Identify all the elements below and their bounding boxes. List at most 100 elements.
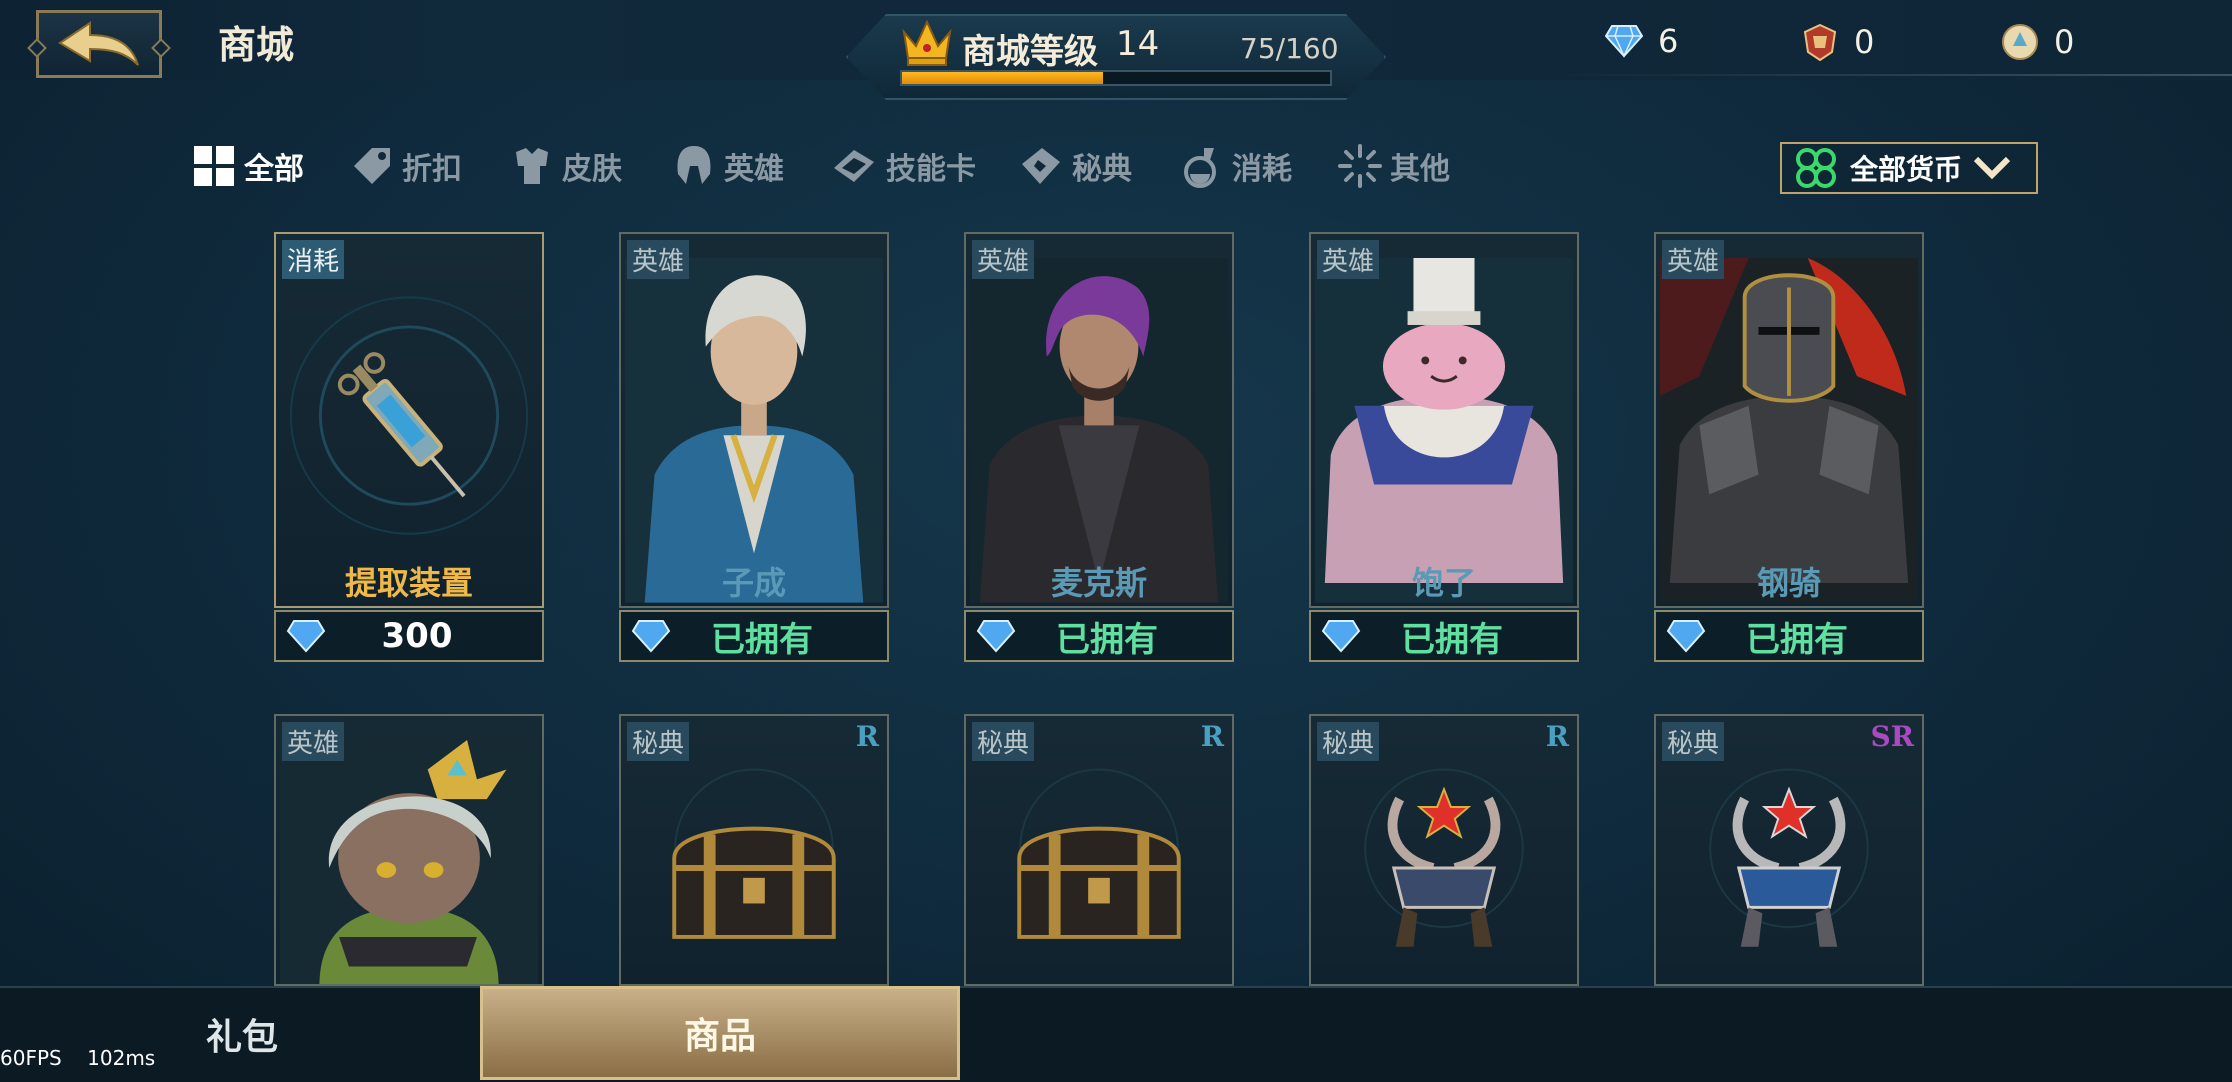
hero-gangqi-portrait [1660,258,1918,603]
red-shield-icon [1803,23,1837,62]
diamond-icon [1666,620,1706,653]
item-price-button[interactable]: 已拥有 [619,610,889,662]
tab-consumable[interactable]: 消耗 [1180,140,1292,192]
item-card-codex-chest-2[interactable]: 秘典 R [964,714,1234,986]
laurel-emblem-icon [1709,768,1869,947]
item-price-button[interactable]: 已拥有 [1654,610,1924,662]
tag-icon [354,148,390,184]
tab-label: 英雄 [724,152,784,187]
hero-max-portrait [970,258,1228,603]
tab-label: 皮肤 [562,152,622,187]
diamond-icon [1604,25,1644,58]
currency-red-value: 0 [1854,23,1875,61]
item-card-codex-emblem-2[interactable]: 秘典 SR [1654,714,1924,986]
tab-all[interactable]: 全部 [192,140,304,192]
item-tag: 消耗 [282,240,345,279]
item-name: 子成 [721,564,786,602]
item-name: 提取装置 [344,564,473,602]
level-progress-text: 75/160 [1240,32,1339,65]
item-tag: 英雄 [1317,240,1380,279]
bottom-tab-bar [0,986,2232,1082]
item-tag: 英雄 [627,240,690,279]
tab-skill-card[interactable]: 技能卡 [830,140,976,192]
tab-label: 秘典 [1072,152,1132,187]
item-tag: 英雄 [282,722,345,761]
tab-label: 全部 [244,152,304,187]
back-arrow-icon [58,21,139,66]
item-card-codex-chest-1[interactable]: 秘典 R [619,714,889,986]
clover-icon [1796,148,1836,188]
tab-goods[interactable]: 商品 [480,986,960,1080]
level-progress-bar [900,70,1332,86]
rarity-badge: R [1200,720,1224,753]
item-name: 钢骑 [1756,564,1821,602]
level-progress-fill [902,72,1103,84]
chest-icon [1017,768,1181,939]
tab-goods-label: 商品 [683,1015,756,1057]
item-name: 饱了 [1411,564,1476,602]
item-card-zicheng[interactable]: 英雄 子成 [619,232,889,608]
item-tag: 秘典 [627,722,690,761]
item-tag: 秘典 [1317,722,1380,761]
diamond-icon [631,620,671,653]
item-owned: 已拥有 [1746,619,1848,660]
diamond-icon [1321,620,1361,653]
potion-icon [1184,148,1216,188]
crown-icon [902,19,952,66]
tab-label: 折扣 [402,152,462,187]
burst-icon [1338,144,1382,188]
item-owned: 已拥有 [1401,619,1503,660]
tab-discount[interactable]: 折扣 [350,140,462,192]
coin-icon [2002,24,2038,60]
level-value: 14 [1116,24,1160,64]
tab-gift-pack[interactable]: 礼包 [206,1008,278,1060]
book-icon [1022,148,1060,184]
item-card-extractor[interactable]: 消耗 提取装置 [274,232,544,608]
armor-icon [516,148,548,184]
item-card-gangqi[interactable]: 英雄 钢骑 [1654,232,1924,608]
top-divider [1550,74,2232,76]
currency-coin-value: 0 [2054,23,2075,61]
item-tag: 秘典 [972,722,1035,761]
currency-coin: 0 [2000,22,2074,62]
currency-diamond: 6 [1604,22,1678,60]
tab-other[interactable]: 其他 [1338,140,1450,192]
item-tag: 英雄 [972,240,1035,279]
item-tag: 秘典 [1662,722,1725,761]
page-title: 商城 [218,22,295,67]
rarity-badge: R [1545,720,1569,753]
tab-label: 其他 [1390,152,1450,187]
item-card-codex-emblem-1[interactable]: 秘典 R [1309,714,1579,986]
hero-chibi-portrait [280,740,538,984]
hero-zicheng-portrait [625,258,883,603]
diamond-icon [286,620,326,653]
item-owned: 已拥有 [711,619,813,660]
diamond-icon [976,620,1016,653]
chest-icon [672,768,836,939]
laurel-emblem-icon [1364,768,1524,947]
back-button[interactable] [36,10,162,78]
item-price-button[interactable]: 已拥有 [1309,610,1579,662]
item-card-max[interactable]: 英雄 麦克斯 [964,232,1234,608]
currency-filter-label: 全部货币 [1850,153,1963,186]
shop-level-panel: 商城等级 14 75/160 [846,14,1386,100]
item-card-hero-chibi[interactable]: 英雄 [274,714,544,986]
tab-codex[interactable]: 秘典 [1018,140,1132,192]
item-tag: 英雄 [1662,240,1725,279]
tab-label: 技能卡 [886,152,976,187]
item-price-button[interactable]: 已拥有 [964,610,1234,662]
currency-red: 0 [1800,22,1874,62]
item-name: 麦克斯 [1050,564,1147,602]
tab-hero[interactable]: 英雄 [672,140,784,192]
item-card-baole[interactable]: 英雄 饱了 [1309,232,1579,608]
grid-icon [194,146,234,186]
helmet-icon [677,146,711,184]
item-price-button[interactable]: 300 [274,610,544,662]
tab-label: 消耗 [1232,152,1292,187]
fps-counter: 60FPS 102ms [0,1046,156,1070]
rarity-badge: SR [1870,720,1915,753]
item-price: 300 [381,616,453,656]
tab-skin[interactable]: 皮肤 [510,140,622,192]
chevron-down-icon [1973,156,2011,180]
currency-filter-dropdown[interactable]: 全部货币 [1780,142,2038,194]
